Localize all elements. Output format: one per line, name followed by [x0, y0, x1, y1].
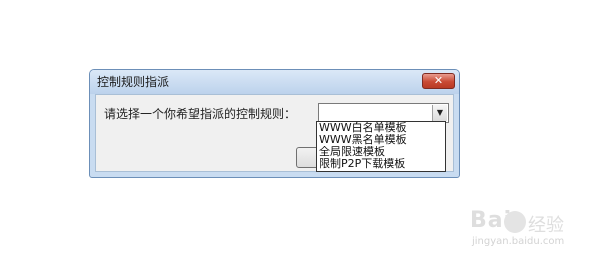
- title-bar[interactable]: 控制规则指派 ✕: [90, 70, 459, 94]
- baidu-watermark: Bai 经验 jingyan.baidu.com: [466, 205, 606, 249]
- watermark-url: jingyan.baidu.com: [472, 236, 565, 247]
- rule-select[interactable]: ▼: [318, 103, 449, 123]
- dropdown-option-www-whitelist[interactable]: WWW白名单模板: [317, 122, 445, 134]
- dropdown-option-p2p-limit[interactable]: 限制P2P下载模板: [317, 158, 445, 170]
- chevron-down-icon[interactable]: ▼: [432, 105, 447, 121]
- dialog-title: 控制规则指派: [97, 75, 170, 89]
- watermark-text: 经验: [528, 215, 564, 236]
- dropdown-option-global-speed-limit[interactable]: 全局限速模板: [317, 146, 445, 158]
- dropdown-option-www-blacklist[interactable]: WWW黑名单模板: [317, 134, 445, 146]
- close-icon: ✕: [433, 74, 444, 87]
- rule-dropdown-list: WWW白名单模板 WWW黑名单模板 全局限速模板 限制P2P下载模板: [316, 121, 446, 172]
- paw-icon: [504, 211, 526, 233]
- rule-prompt-label: 请选择一个你希望指派的控制规则：: [104, 107, 297, 121]
- close-button[interactable]: ✕: [422, 73, 455, 89]
